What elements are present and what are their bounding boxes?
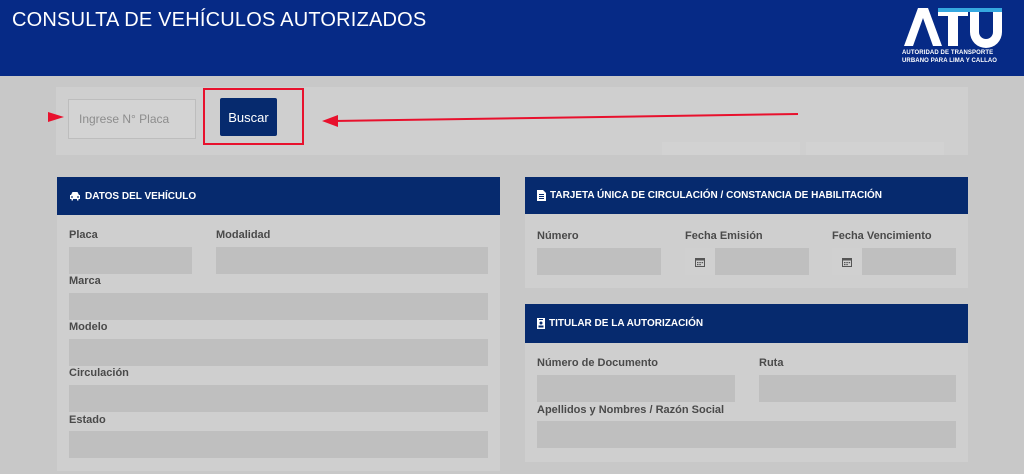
vehicle-card-title: DATOS DEL VEHÍCULO [85,190,197,202]
top-header: CONSULTA DE VEHÍCULOS AUTORIZADOS AUTORI… [0,0,1024,76]
calendar-icon[interactable] [685,248,715,275]
circulacion-label: Circulación [69,367,129,379]
tab-placeholder-1 [662,142,800,155]
titular-card: TITULAR DE LA AUTORIZACIÓN Número de Doc… [525,304,968,462]
marca-field[interactable] [69,293,488,320]
calendar-icon[interactable] [832,248,862,275]
placa-label: Placa [69,229,98,241]
fecha-vencimiento-field[interactable] [832,248,956,275]
marca-label: Marca [69,275,101,287]
tab-placeholder-2 [806,142,944,155]
numero-documento-label: Número de Documento [537,357,659,369]
apellidos-nombres-field[interactable] [537,421,956,448]
modalidad-field[interactable] [216,247,488,274]
estado-label: Estado [69,414,106,426]
circulacion-field[interactable] [69,385,488,412]
titular-card-header: TITULAR DE LA AUTORIZACIÓN [525,304,968,343]
modelo-field[interactable] [69,339,488,366]
car-icon [70,192,80,201]
atu-logo-mark [904,8,1002,48]
tarjeta-card-header: TARJETA ÚNICA DE CIRCULACIÓN / CONSTANCI… [525,177,968,214]
vehicle-card-title-row: DATOS DEL VEHÍCULO [69,177,196,215]
fecha-emision-label: Fecha Emisión [685,230,763,242]
document-icon [537,190,546,201]
ruta-label: Ruta [759,357,784,369]
vehicle-data-card: DATOS DEL VEHÍCULO Placa Modalidad Marca… [57,177,500,471]
modalidad-label: Modalidad [216,229,271,241]
logo-line-2: URBANO PARA LIMA Y CALLAO [902,58,998,64]
titular-card-title-row: TITULAR DE LA AUTORIZACIÓN [537,304,703,343]
titular-card-title: TITULAR DE LA AUTORIZACIÓN [549,318,704,329]
fecha-vencimiento-label: Fecha Vencimiento [832,230,932,242]
plate-search-input[interactable] [68,99,196,139]
ruta-field[interactable] [759,375,956,402]
tarjeta-card: TARJETA ÚNICA DE CIRCULACIÓN / CONSTANCI… [525,177,968,288]
apellidos-nombres-label: Apellidos y Nombres / Razón Social [537,404,725,416]
estado-field[interactable] [69,431,488,458]
tarjeta-card-title-row: TARJETA ÚNICA DE CIRCULACIÓN / CONSTANCI… [537,177,882,214]
modelo-label: Modelo [69,321,108,333]
id-card-icon [537,318,545,329]
tarjeta-card-title: TARJETA ÚNICA DE CIRCULACIÓN / CONSTANCI… [550,190,883,201]
numero-field[interactable] [537,248,661,275]
numero-documento-field[interactable] [537,375,735,402]
annotation-highlight-box [203,88,304,145]
fecha-emision-field[interactable] [685,248,809,275]
page-title: CONSULTA DE VEHÍCULOS AUTORIZADOS [12,9,427,31]
atu-logo: AUTORIDAD DE TRANSPORTE URBANO PARA LIMA… [898,4,1016,70]
vehicle-card-header: DATOS DEL VEHÍCULO [57,177,500,215]
numero-label: Número [537,230,579,242]
logo-line-1: AUTORIDAD DE TRANSPORTE [902,50,994,56]
placa-field[interactable] [69,247,192,274]
